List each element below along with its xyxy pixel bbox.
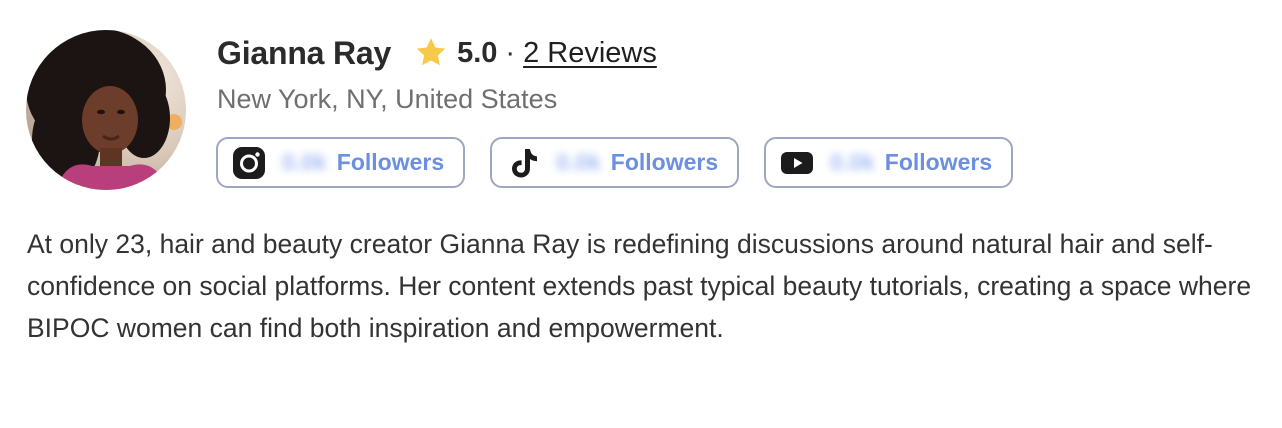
follower-count: 0.0k (830, 149, 875, 175)
followers-label: Followers (336, 149, 445, 175)
separator-dot: · (505, 36, 516, 69)
creator-bio: At only 23, hair and beauty creator Gian… (27, 229, 1252, 343)
tiktok-followers-button[interactable]: 0.0k Followers (490, 137, 739, 188)
tiktok-icon (506, 146, 540, 180)
creator-profile-card: Gianna Ray 5.0 · 2 Reviews New York, NY,… (0, 0, 1282, 428)
followers-label: Followers (884, 149, 993, 175)
follower-count: 0.0k (282, 149, 327, 175)
youtube-followers-button[interactable]: 0.0k Followers (764, 137, 1013, 188)
social-stats: 0.0k Followers 0.0k Followers 0.0k Follo… (216, 137, 1013, 188)
avatar[interactable] (26, 30, 186, 190)
instagram-icon (232, 146, 266, 180)
instagram-followers-button[interactable]: 0.0k Followers (216, 137, 465, 188)
followers-label: Followers (610, 149, 719, 175)
location-text: New York, NY, United States (217, 84, 558, 114)
follower-count: 0.0k (556, 149, 601, 175)
star-icon (413, 35, 449, 71)
rating-value: 5.0 (457, 36, 498, 69)
youtube-icon (780, 146, 814, 180)
reviews-link[interactable]: 2 Reviews (523, 37, 657, 70)
creator-name: Gianna Ray (217, 34, 392, 71)
profile-header: Gianna Ray 5.0 · 2 Reviews (217, 30, 657, 76)
